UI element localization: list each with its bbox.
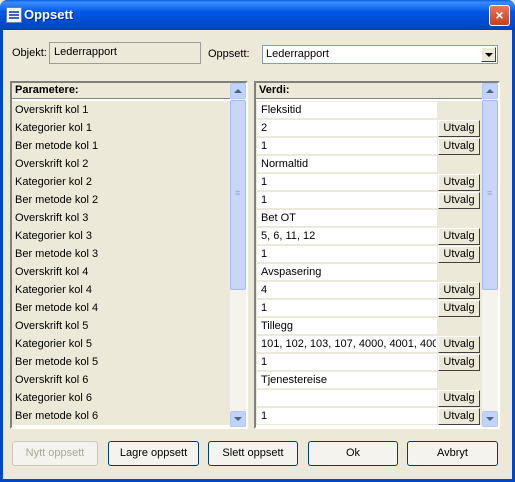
parameter-row[interactable]: Overskrift kol 4: [12, 263, 230, 281]
scroll-thumb[interactable]: [482, 100, 498, 290]
parameters-list: Overskrift kol 1 Kategorier kol 1 Ber meto…: [12, 101, 230, 425]
value-field[interactable]: 1: [257, 408, 437, 424]
ok-button[interactable]: Ok: [308, 441, 398, 466]
values-scrollbar[interactable]: [482, 83, 498, 427]
objekt-label: Objekt:: [12, 47, 47, 59]
utvalg-button[interactable]: Utvalg: [438, 390, 480, 407]
value-row: 2 Utvalg: [256, 119, 482, 137]
parameters-scrollbar[interactable]: [230, 83, 246, 427]
window-title: Oppsett: [24, 7, 74, 22]
value-field[interactable]: 5, 6, 11, 12: [257, 228, 437, 244]
parameter-row[interactable]: Ber metode kol 2: [12, 191, 230, 209]
parameter-row[interactable]: Ber metode kol 6: [12, 407, 230, 425]
value-row: 1 Utvalg: [256, 173, 482, 191]
parameter-row[interactable]: Ber metode kol 3: [12, 245, 230, 263]
parameter-row[interactable]: Kategorier kol 5: [12, 335, 230, 353]
objekt-field: Lederrapport: [49, 42, 201, 64]
parameter-row[interactable]: Overskrift kol 3: [12, 209, 230, 227]
value-row: 1 Utvalg: [256, 191, 482, 209]
value-field[interactable]: 1: [257, 138, 437, 154]
scroll-up-icon[interactable]: [482, 83, 498, 99]
parameter-row[interactable]: Overskrift kol 1: [12, 101, 230, 119]
utvalg-button[interactable]: Utvalg: [438, 192, 480, 209]
utvalg-button[interactable]: Utvalg: [438, 354, 480, 371]
parameter-row[interactable]: Kategorier kol 6: [12, 389, 230, 407]
utvalg-button[interactable]: Utvalg: [438, 174, 480, 191]
value-field[interactable]: Normaltid: [257, 156, 437, 172]
nytt-oppsett-button[interactable]: Nytt oppsett: [12, 441, 98, 466]
value-row: Tillegg: [256, 317, 482, 335]
value-field[interactable]: [257, 390, 437, 406]
utvalg-button[interactable]: Utvalg: [438, 300, 480, 317]
value-row: 4 Utvalg: [256, 281, 482, 299]
values-panel: Verdi: Fleksitid 2 Utvalg 1 Utvalg Normaltid 1…: [254, 81, 500, 429]
chevron-down-icon[interactable]: [481, 47, 496, 62]
value-field[interactable]: 1: [257, 174, 437, 190]
value-row: Normaltid: [256, 155, 482, 173]
lagre-oppsett-button[interactable]: Lagre oppsett: [108, 441, 199, 466]
utvalg-button[interactable]: Utvalg: [438, 282, 480, 299]
value-field[interactable]: 1: [257, 354, 437, 370]
value-row: Bet OT: [256, 209, 482, 227]
objekt-value: Lederrapport: [54, 46, 117, 58]
value-field[interactable]: 4: [257, 282, 437, 298]
value-row: 1 Utvalg: [256, 299, 482, 317]
parameter-row[interactable]: Kategorier kol 4: [12, 281, 230, 299]
parameters-panel: Parametere: Overskrift kol 1 Kategorier k…: [10, 81, 248, 429]
value-field[interactable]: 1: [257, 246, 437, 262]
avbryt-button[interactable]: Avbryt: [407, 441, 498, 466]
value-field[interactable]: 2: [257, 120, 437, 136]
values-header: Verdi:: [256, 83, 482, 99]
utvalg-button[interactable]: Utvalg: [438, 138, 480, 155]
parameter-row[interactable]: Ber metode kol 4: [12, 299, 230, 317]
app-icon: [6, 7, 22, 23]
value-row: 1 Utvalg: [256, 353, 482, 371]
oppsett-select[interactable]: Lederrapport: [262, 45, 498, 64]
value-field[interactable]: Tjenestereise: [257, 372, 437, 388]
title-bar: Oppsett ×: [0, 0, 515, 30]
value-field[interactable]: Avspasering: [257, 264, 437, 280]
parameter-row[interactable]: Kategorier kol 3: [12, 227, 230, 245]
scroll-down-icon[interactable]: [482, 411, 498, 427]
scroll-down-icon[interactable]: [230, 411, 246, 427]
value-row: 1 Utvalg: [256, 407, 482, 425]
oppsett-selected-value: Lederrapport: [266, 48, 329, 60]
utvalg-button[interactable]: Utvalg: [438, 408, 480, 425]
utvalg-button[interactable]: Utvalg: [438, 120, 480, 137]
oppsett-label: Oppsett:: [208, 48, 250, 60]
utvalg-button[interactable]: Utvalg: [438, 228, 480, 245]
parameter-row[interactable]: Kategorier kol 1: [12, 119, 230, 137]
parameter-row[interactable]: Overskrift kol 2: [12, 155, 230, 173]
slett-oppsett-button[interactable]: Slett oppsett: [208, 441, 298, 466]
value-field[interactable]: Fleksitid: [257, 102, 437, 118]
value-row: 5, 6, 11, 12 Utvalg: [256, 227, 482, 245]
value-row: 101, 102, 103, 107, 4000, 4001, 4003 Utva…: [256, 335, 482, 353]
utvalg-button[interactable]: Utvalg: [438, 246, 480, 263]
scroll-up-icon[interactable]: [230, 83, 246, 99]
value-row: 1 Utvalg: [256, 137, 482, 155]
value-row: Utvalg: [256, 389, 482, 407]
value-field[interactable]: 1: [257, 300, 437, 316]
values-list: Fleksitid 2 Utvalg 1 Utvalg Normaltid 1 Utvalg 1…: [256, 101, 482, 425]
utvalg-button[interactable]: Utvalg: [438, 336, 480, 353]
value-field[interactable]: 101, 102, 103, 107, 4000, 4001, 4003: [257, 336, 437, 352]
parameters-header: Parametere:: [12, 83, 230, 99]
value-row: Avspasering: [256, 263, 482, 281]
parameter-row[interactable]: Overskrift kol 6: [12, 371, 230, 389]
scroll-thumb[interactable]: [230, 100, 246, 290]
value-field[interactable]: Bet OT: [257, 210, 437, 226]
parameter-row[interactable]: Ber metode kol 1: [12, 137, 230, 155]
value-field[interactable]: Tillegg: [257, 318, 437, 334]
value-row: 1 Utvalg: [256, 245, 482, 263]
parameter-row[interactable]: Kategorier kol 2: [12, 173, 230, 191]
close-button[interactable]: ×: [489, 5, 510, 26]
value-row: Fleksitid: [256, 101, 482, 119]
value-field[interactable]: 1: [257, 192, 437, 208]
parameter-row[interactable]: Ber metode kol 5: [12, 353, 230, 371]
parameter-row[interactable]: Overskrift kol 5: [12, 317, 230, 335]
value-row: Tjenestereise: [256, 371, 482, 389]
